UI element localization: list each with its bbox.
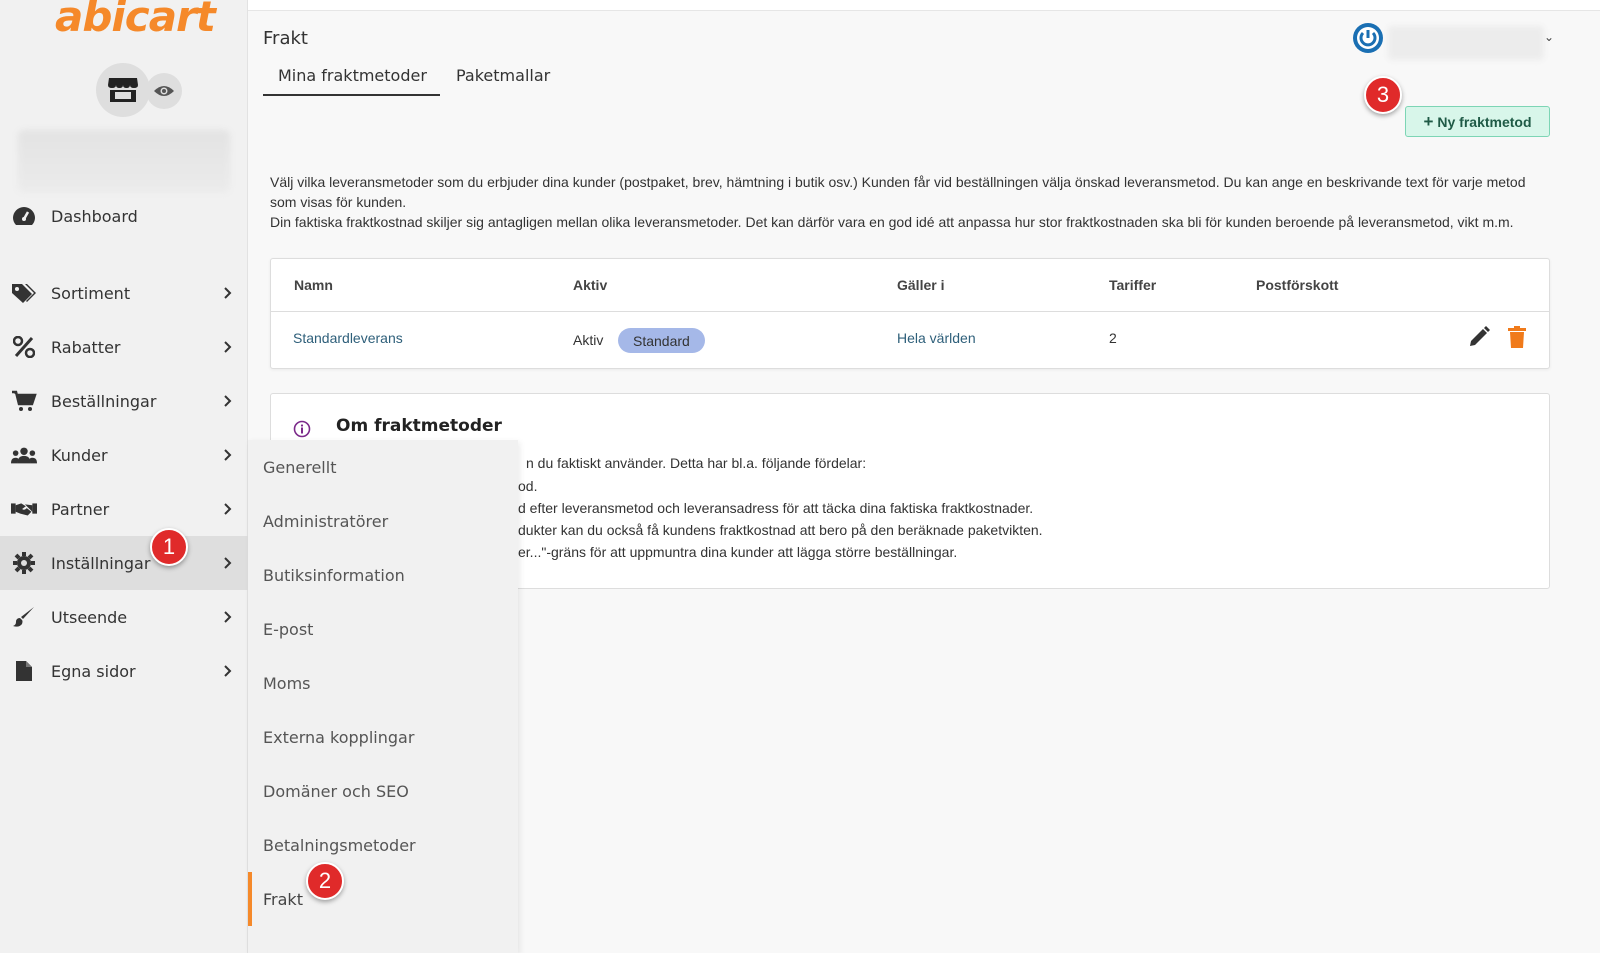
submenu-item-externa-kopplingar[interactable]: Externa kopplingar bbox=[248, 710, 518, 764]
info-icon bbox=[293, 420, 311, 438]
info-line: od. bbox=[518, 478, 538, 494]
users-icon bbox=[11, 442, 37, 468]
info-line: n du faktiskt använder. Detta har bl.a. … bbox=[526, 455, 867, 471]
brush-icon bbox=[11, 604, 37, 630]
sidebar-item-label: Dashboard bbox=[51, 206, 138, 226]
standard-badge: Standard bbox=[618, 328, 705, 353]
sidebar-item-egna-sidor[interactable]: Egna sidor bbox=[0, 644, 248, 698]
chevron-right-icon bbox=[222, 611, 234, 623]
store-button[interactable] bbox=[96, 63, 150, 117]
submenu-item-frakt[interactable]: Frakt bbox=[248, 872, 518, 926]
column-header-name[interactable]: Namn bbox=[294, 277, 333, 293]
gauge-icon bbox=[11, 203, 37, 229]
user-name-blurred[interactable] bbox=[1388, 26, 1544, 60]
chevron-right-icon bbox=[222, 503, 234, 515]
step-badge-2: 2 bbox=[306, 862, 344, 900]
sidebar: abicart Dashboard Sortiment Rabatter Bes… bbox=[0, 0, 248, 953]
settings-submenu: Generellt Administratörer Butiksinformat… bbox=[248, 440, 518, 953]
tab-paketmallar[interactable]: Paketmallar bbox=[456, 66, 550, 96]
edit-icon[interactable] bbox=[1467, 325, 1491, 349]
sidebar-item-kunder[interactable]: Kunder bbox=[0, 428, 248, 482]
sidebar-item-dashboard[interactable]: Dashboard bbox=[0, 189, 248, 243]
row-name-link[interactable]: Standardleverans bbox=[293, 330, 403, 346]
top-bar bbox=[248, 0, 1600, 11]
chevron-down-icon[interactable]: ⌄ bbox=[1544, 30, 1554, 44]
row-applies: Hela världen bbox=[897, 330, 976, 346]
step-badge-3: 3 bbox=[1364, 76, 1402, 114]
abicart-logo[interactable]: abicart bbox=[55, 0, 216, 41]
store-buttons bbox=[96, 63, 186, 118]
store-icon bbox=[108, 78, 138, 102]
info-title: Om fraktmetoder bbox=[336, 416, 502, 436]
trash-icon[interactable] bbox=[1505, 325, 1529, 349]
file-icon bbox=[11, 658, 37, 684]
cart-icon bbox=[11, 388, 37, 414]
sidebar-item-label: Inställningar bbox=[51, 553, 151, 573]
info-line: dukter kan du också få kundens fraktkost… bbox=[518, 522, 1043, 538]
preview-button[interactable] bbox=[146, 73, 182, 109]
power-icon[interactable] bbox=[1352, 22, 1384, 54]
sidebar-item-label: Egna sidor bbox=[51, 661, 136, 681]
sidebar-item-label: Partner bbox=[51, 499, 110, 519]
chevron-right-icon bbox=[222, 557, 234, 569]
column-header-tariffs[interactable]: Tariffer bbox=[1109, 277, 1156, 293]
chevron-right-icon bbox=[222, 287, 234, 299]
chevron-right-icon bbox=[222, 395, 234, 407]
gear-icon bbox=[11, 550, 37, 576]
column-header-cod[interactable]: Postförskott bbox=[1256, 277, 1338, 293]
shipping-methods-table: Namn Aktiv Gäller i Tariffer Postförskot… bbox=[270, 258, 1550, 369]
chevron-right-icon bbox=[222, 341, 234, 353]
sidebar-item-bestallningar[interactable]: Beställningar bbox=[0, 374, 248, 428]
column-header-active[interactable]: Aktiv bbox=[573, 277, 607, 293]
sidebar-item-label: Utseende bbox=[51, 607, 128, 627]
percent-icon bbox=[11, 334, 37, 360]
tab-mina-fraktmetoder[interactable]: Mina fraktmetoder bbox=[263, 66, 440, 96]
sidebar-item-label: Sortiment bbox=[51, 283, 131, 303]
submenu-item-betalningsmetoder[interactable]: Betalningsmetoder bbox=[248, 818, 518, 872]
store-name-blurred bbox=[18, 130, 230, 192]
plus-icon: + bbox=[1423, 111, 1434, 131]
sidebar-item-rabatter[interactable]: Rabatter bbox=[0, 320, 248, 374]
description-line-2: Din faktiska fraktkostnad skiljer sig an… bbox=[270, 214, 1514, 230]
page-title: Frakt bbox=[263, 28, 308, 49]
chevron-right-icon bbox=[222, 665, 234, 677]
new-shipping-method-button[interactable]: + Ny fraktmetod bbox=[1405, 106, 1550, 137]
sidebar-item-label: Kunder bbox=[51, 445, 108, 465]
info-line: d efter leveransmetod och leveransadress… bbox=[518, 500, 1034, 516]
sidebar-item-installningar[interactable]: Inställningar bbox=[0, 536, 248, 590]
submenu-item-e-post[interactable]: E-post bbox=[248, 602, 518, 656]
tags-icon bbox=[11, 280, 37, 306]
submenu-item-butiksinformation[interactable]: Butiksinformation bbox=[248, 548, 518, 602]
submenu-item-domaner-och-seo[interactable]: Domäner och SEO bbox=[248, 764, 518, 818]
submenu-item-administratorer[interactable]: Administratörer bbox=[248, 494, 518, 548]
sidebar-item-partner[interactable]: Partner bbox=[0, 482, 248, 536]
description-line-1: Välj vilka leveransmetoder som du erbjud… bbox=[270, 174, 1526, 210]
handshake-icon bbox=[11, 496, 37, 522]
submenu-item-generellt[interactable]: Generellt bbox=[248, 440, 518, 494]
sidebar-item-sortiment[interactable]: Sortiment bbox=[0, 266, 248, 320]
table-row: Standardleverans Aktiv Standard Hela vär… bbox=[271, 311, 1549, 369]
sidebar-item-label: Beställningar bbox=[51, 391, 157, 411]
eye-icon bbox=[154, 86, 174, 96]
new-button-label: Ny fraktmetod bbox=[1437, 113, 1532, 130]
info-line: er..."-gräns för att uppmuntra dina kund… bbox=[518, 544, 958, 560]
submenu-item-moms[interactable]: Moms bbox=[248, 656, 518, 710]
sidebar-item-label: Rabatter bbox=[51, 337, 121, 357]
step-badge-1: 1 bbox=[150, 528, 188, 566]
column-header-applies[interactable]: Gäller i bbox=[897, 277, 944, 293]
row-active: Aktiv bbox=[573, 332, 604, 348]
row-tariffs: 2 bbox=[1109, 330, 1117, 346]
description: Välj vilka leveransmetoder som du erbjud… bbox=[270, 172, 1550, 232]
chevron-right-icon bbox=[222, 449, 234, 461]
sidebar-item-utseende[interactable]: Utseende bbox=[0, 590, 248, 644]
